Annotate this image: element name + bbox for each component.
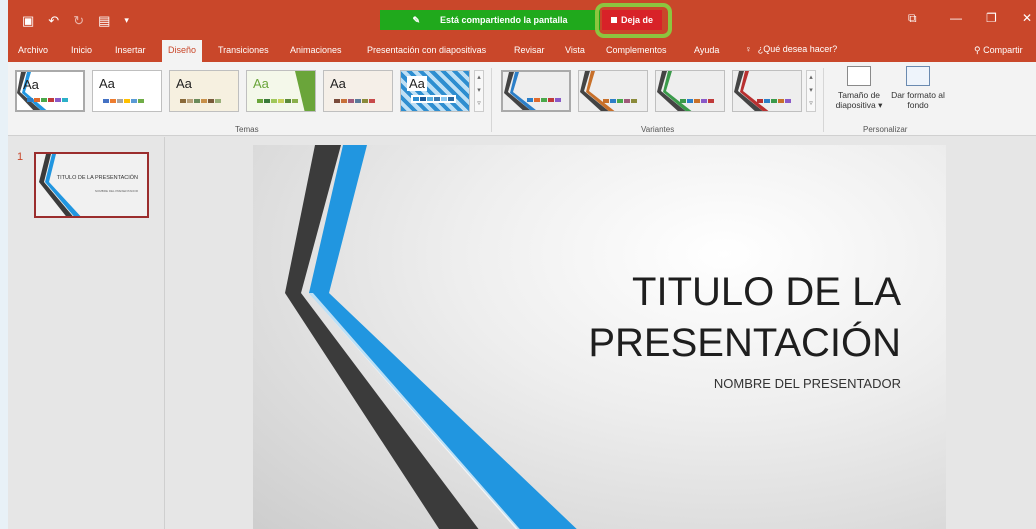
theme-sample-text: Aa [23, 77, 39, 92]
tab-inicio[interactable]: Inicio [71, 45, 92, 55]
slide-size-button[interactable]: Tamaño de diapositiva ▾ [829, 66, 889, 111]
variant-color-bars [680, 99, 714, 103]
screen-share-banner: ✎ Está compartiendo la pantalla [380, 10, 600, 30]
tab-vista[interactable]: Vista [565, 45, 585, 55]
ribbon-tabs: Archivo Inicio Insertar Diseño Transicio… [8, 40, 1036, 62]
restore-icon[interactable]: ❐ [986, 11, 997, 25]
theme-sample-text: Aa [176, 76, 192, 91]
ribbon-display-options-icon[interactable]: ⧉ [908, 11, 917, 26]
slide-title[interactable]: TITULO DE LA PRESENTACIÓN [588, 267, 901, 369]
customize-qat-icon[interactable]: ▾ [124, 15, 129, 29]
tab-archivo[interactable]: Archivo [18, 45, 48, 55]
share-label: Compartir [983, 45, 1023, 55]
slide-title-line2: PRESENTACIÓN [588, 321, 901, 365]
variant-thumbnail[interactable] [501, 70, 571, 112]
theme-sample-text: Aa [407, 76, 427, 91]
theme-thumbnail[interactable]: Aa [400, 70, 470, 112]
variant-stripes-graphic [734, 71, 769, 111]
tab-animaciones[interactable]: Animaciones [290, 45, 342, 55]
lightbulb-icon: ♀ [745, 44, 752, 54]
variant-thumbnail[interactable] [578, 70, 648, 112]
slide-title-line1: TITULO DE LA [632, 270, 901, 314]
variant-stripes-graphic [504, 72, 536, 110]
theme-thumbnail[interactable]: Aa [92, 70, 162, 112]
tab-complementos[interactable]: Complementos [606, 45, 667, 55]
theme-color-bars [411, 95, 456, 103]
theme-color-bars [180, 99, 221, 103]
minimize-icon[interactable]: — [950, 11, 962, 25]
tab-transiciones[interactable]: Transiciones [218, 45, 269, 55]
slide-size-label: Tamaño de diapositiva [835, 90, 881, 110]
tab-ayuda[interactable]: Ayuda [694, 45, 719, 55]
thumb-stripes-graphic [39, 154, 81, 216]
pin-icon[interactable]: ✎ [412, 15, 420, 26]
tell-me-search[interactable]: ♀ ¿Qué desea hacer? [745, 44, 837, 54]
slide-thumbnail[interactable]: TITULO DE LA PRESENTACIÓN NOMBRE DEL PRE… [34, 152, 149, 218]
theme-thumbnail[interactable]: Aa [15, 70, 85, 112]
theme-thumbnail[interactable]: Aa [323, 70, 393, 112]
undo-icon[interactable]: ↶ [48, 13, 59, 29]
slide-size-arrow: ▾ [878, 100, 883, 110]
slide-number: 1 [17, 151, 24, 163]
variant-thumbnail[interactable] [732, 70, 802, 112]
quick-access-toolbar: ▣ ↶ ↻ ▤ ▾ [22, 13, 129, 29]
design-ribbon: Aa Aa Aa Aa Aa Aa ▴ ▾ ▿ Temas ▴ ▾ ▿ Vari… [8, 62, 1036, 136]
thumb-title: TITULO DE LA PRESENTACIÓN [56, 175, 138, 181]
slide-canvas[interactable]: TITULO DE LA PRESENTACIÓN NOMBRE DEL PRE… [253, 145, 946, 529]
theme-thumbnail[interactable]: Aa [246, 70, 316, 112]
thumb-subtitle: NOMBRE DEL PRESENTADOR [94, 189, 138, 193]
share-button[interactable]: ⚲ Compartir [974, 45, 1023, 56]
theme-thumbnail[interactable]: Aa [169, 70, 239, 112]
slide-thumbnails-pane: 1 TITULO DE LA PRESENTACIÓN NOMBRE DEL P… [8, 137, 165, 529]
theme-sample-text: Aa [330, 76, 346, 91]
save-icon[interactable]: ▣ [22, 13, 34, 29]
variant-color-bars [757, 99, 791, 103]
person-icon: ⚲ [974, 45, 981, 55]
close-icon[interactable]: ✕ [1022, 11, 1032, 25]
theme-color-bars [334, 99, 375, 103]
slide-size-icon [847, 66, 871, 86]
tab-revisar[interactable]: Revisar [514, 45, 545, 55]
group-divider [491, 68, 492, 132]
title-bar: ▣ ↶ ↻ ▤ ▾ ✎ Está compartiendo la pantall… [8, 0, 1036, 40]
variants-gallery-scroll[interactable]: ▴ ▾ ▿ [806, 70, 816, 112]
variant-color-bars [527, 98, 561, 102]
redo-icon[interactable]: ↻ [73, 13, 84, 29]
highlight-circle [595, 3, 672, 38]
theme-sample-text: Aa [253, 76, 269, 91]
theme-color-bars [27, 98, 68, 102]
present-from-start-icon[interactable]: ▤ [98, 13, 110, 29]
group-divider [823, 68, 824, 132]
variant-stripes-graphic [657, 71, 692, 111]
theme-color-bars [257, 99, 298, 103]
format-background-label: Dar formato al fondo [891, 90, 945, 110]
tell-me-text: ¿Qué desea hacer? [757, 44, 838, 54]
themes-group-label: Temas [235, 125, 259, 134]
format-background-button[interactable]: Dar formato al fondo [888, 66, 948, 110]
powerpoint-window: ▣ ↶ ↻ ▤ ▾ ✎ Está compartiendo la pantall… [8, 0, 1036, 529]
variant-color-bars [603, 99, 637, 103]
slide-editing-area: TITULO DE LA PRESENTACIÓN NOMBRE DEL PRE… [166, 137, 1036, 529]
slide-subtitle[interactable]: NOMBRE DEL PRESENTADOR [714, 376, 901, 391]
tab-insertar[interactable]: Insertar [115, 45, 146, 55]
variants-group-label: Variantes [641, 125, 675, 134]
customize-group-label: Personalizar [863, 125, 908, 134]
variant-thumbnail[interactable] [655, 70, 725, 112]
theme-color-bars [103, 99, 144, 103]
tab-diseno[interactable]: Diseño [162, 40, 203, 62]
format-background-icon [906, 66, 930, 86]
share-banner-text: Está compartiendo la pantalla [440, 15, 568, 25]
theme-sample-text: Aa [99, 76, 115, 91]
tab-presentacion[interactable]: Presentación con diapositivas [367, 45, 486, 55]
variant-stripes-graphic [580, 71, 615, 111]
themes-gallery-scroll[interactable]: ▴ ▾ ▿ [474, 70, 484, 112]
